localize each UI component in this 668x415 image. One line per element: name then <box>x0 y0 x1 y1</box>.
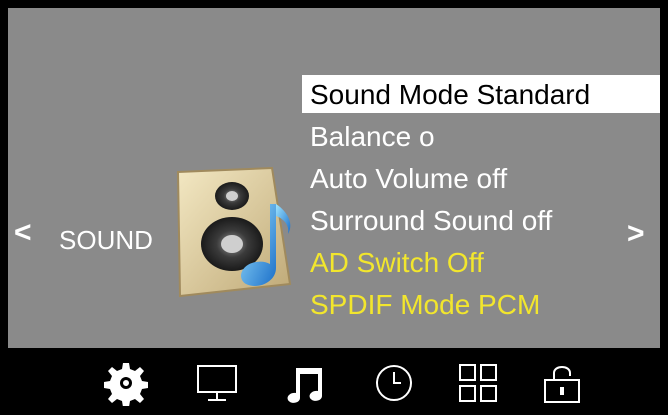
menu-item-auto-volume[interactable]: Auto Volume off <box>302 159 660 201</box>
monitor-icon[interactable] <box>194 360 240 406</box>
gear-icon[interactable] <box>103 360 149 406</box>
clock-icon[interactable] <box>371 360 417 406</box>
menu-item-surround-sound[interactable]: Surround Sound off <box>302 201 660 243</box>
lock-icon[interactable] <box>539 360 585 406</box>
menu-item-sound-mode[interactable]: Sound Mode Standard <box>302 75 660 113</box>
speaker-music-note-icon <box>176 166 292 298</box>
menu-item-balance[interactable]: Balance o <box>302 117 660 159</box>
next-menu-arrow[interactable]: > <box>627 217 645 251</box>
previous-menu-arrow[interactable]: < <box>14 216 32 250</box>
section-title: SOUND <box>59 225 153 255</box>
menu-tab-bar <box>0 350 668 415</box>
menu-item-ad-switch[interactable]: AD Switch Off <box>302 243 660 285</box>
grid-icon[interactable] <box>455 360 501 406</box>
sound-menu-list: Sound Mode Standard Balance o Auto Volum… <box>302 75 660 327</box>
menu-item-spdif-mode[interactable]: SPDIF Mode PCM <box>302 285 660 327</box>
music-note-icon[interactable] <box>282 360 328 406</box>
